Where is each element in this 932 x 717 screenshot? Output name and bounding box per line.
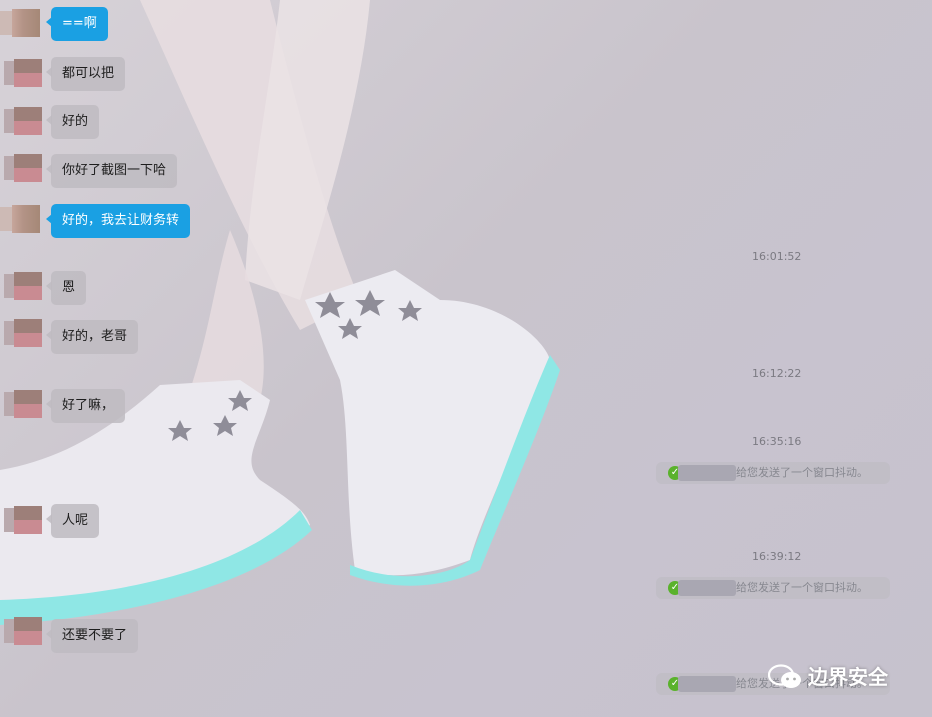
avatar-self[interactable]	[12, 205, 40, 233]
background-photo	[0, 0, 560, 625]
shake-notice-text: 给您发送了一个窗口抖动。	[736, 581, 868, 594]
message-timestamp: 16:35:16	[752, 435, 802, 448]
avatar-contact[interactable]	[14, 272, 42, 300]
message-bubble-received[interactable]: 好的，老哥	[45, 320, 139, 354]
blurred-sender-name	[678, 580, 736, 596]
message-timestamp: 16:12:22	[752, 367, 802, 380]
message-bubble-received[interactable]: 还要不要了	[45, 619, 139, 653]
avatar-contact[interactable]	[14, 107, 42, 135]
avatar-contact[interactable]	[14, 154, 42, 182]
avatar-contact[interactable]	[14, 59, 42, 87]
wechat-icon	[768, 664, 801, 688]
avatar-contact[interactable]	[14, 390, 42, 418]
message-bubble-received[interactable]: 你好了截图一下哈	[45, 154, 178, 188]
avatar-self[interactable]	[12, 9, 40, 37]
message-bubble-received[interactable]: 好的	[45, 105, 100, 139]
blurred-sender-name	[678, 465, 736, 481]
message-bubble-sent[interactable]: ==啊	[46, 7, 108, 41]
avatar-contact[interactable]	[14, 319, 42, 347]
window-shake-notice: ✓ 给您发送了一个窗口抖动。	[656, 462, 890, 484]
message-timestamp: 16:01:52	[752, 250, 802, 263]
blurred-sender-name	[678, 676, 736, 692]
avatar-contact[interactable]	[14, 617, 42, 645]
window-shake-notice: ✓ 给您发送了一个窗口抖动。	[656, 577, 890, 599]
message-bubble-received[interactable]: 恩	[45, 271, 87, 305]
message-timestamp: 16:39:12	[752, 550, 802, 563]
message-bubble-received[interactable]: 都可以把	[45, 57, 126, 91]
shake-notice-text: 给您发送了一个窗口抖动。	[736, 466, 868, 479]
message-bubble-received[interactable]: 好了嘛，	[45, 389, 126, 423]
message-bubble-sent[interactable]: 好的，我去让财务转	[45, 204, 191, 238]
avatar-contact[interactable]	[14, 506, 42, 534]
message-bubble-received[interactable]: 人呢	[45, 504, 100, 538]
watermark-text: 边界安全	[808, 665, 888, 689]
